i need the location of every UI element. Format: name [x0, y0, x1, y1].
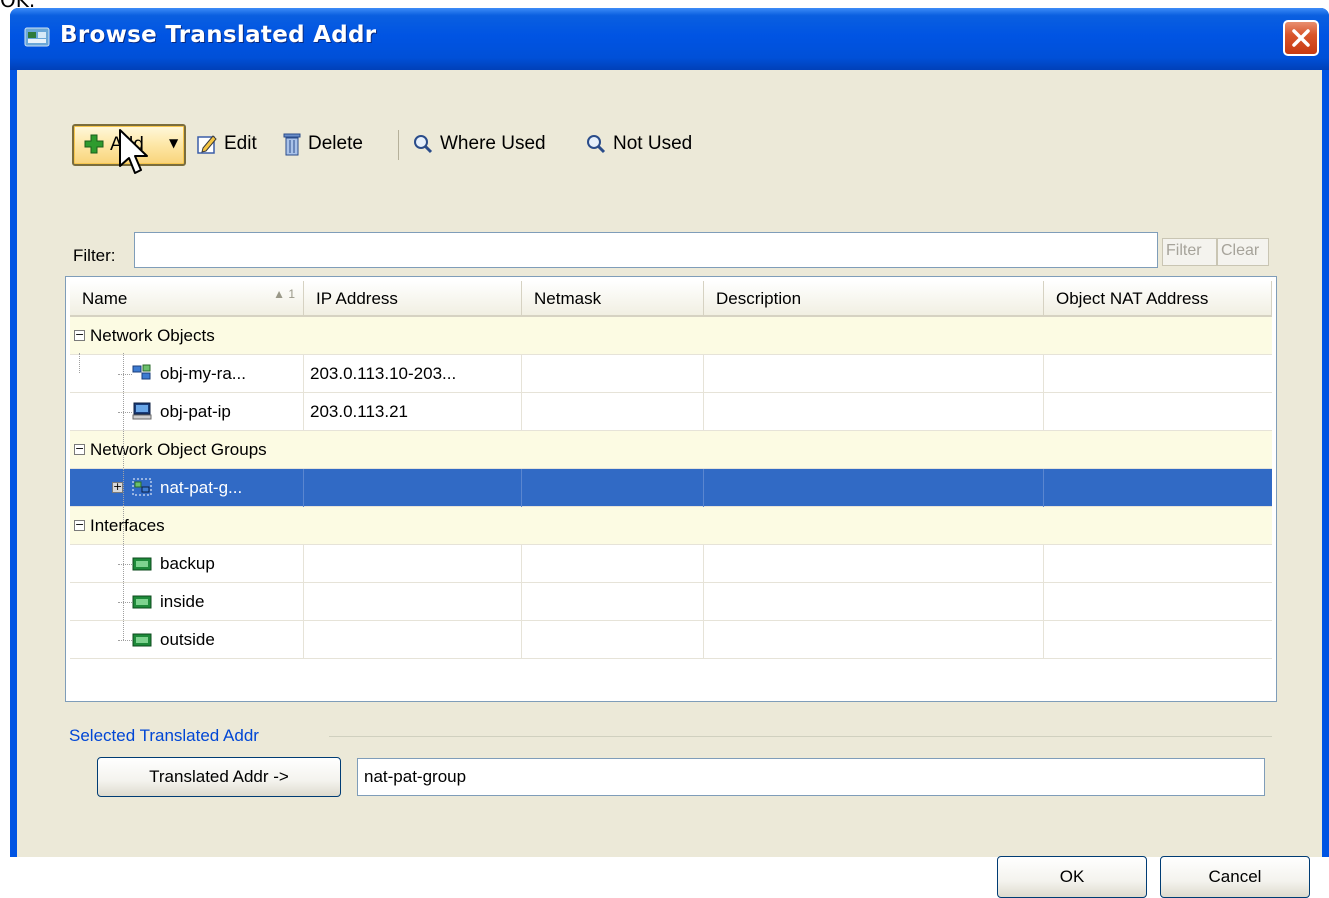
magnifier-icon	[414, 135, 433, 154]
row-nat-address	[1044, 393, 1272, 431]
group-row-interfaces[interactable]: − Interfaces	[70, 507, 1272, 545]
row-description	[704, 355, 1044, 393]
cancel-button[interactable]: Cancel	[1160, 856, 1310, 898]
interface-icon	[132, 633, 152, 647]
row-netmask	[522, 393, 704, 431]
toolbar: Add ▼ Edit Delete	[72, 120, 1282, 170]
filter-button[interactable]: Filter	[1162, 238, 1217, 266]
mouse-cursor-icon	[119, 129, 148, 174]
row-name: nat-pat-g...	[154, 469, 304, 507]
row-ip-address: 203.0.113.10-203...	[304, 355, 522, 393]
plus-icon	[84, 134, 104, 154]
sort-ascending-icon: ▲ 1	[273, 287, 295, 301]
network-range-icon	[132, 364, 151, 380]
filter-label: Filter:	[73, 246, 116, 265]
not-used-label: Not Used	[613, 133, 693, 154]
delete-button[interactable]: Delete	[282, 126, 363, 162]
column-header-description[interactable]: Description	[704, 281, 1044, 315]
row-name: backup	[154, 545, 304, 583]
row-name: inside	[154, 583, 304, 621]
edit-label: Edit	[224, 133, 257, 154]
object-group-icon	[132, 478, 152, 496]
where-used-label: Where Used	[440, 133, 546, 154]
group-row-network-object-groups[interactable]: − Network Object Groups	[70, 431, 1272, 469]
table-row-selected[interactable]: + nat-pat-g...	[70, 469, 1272, 507]
row-name: outside	[154, 621, 304, 659]
title-bar[interactable]: Browse Translated Addr	[10, 8, 1329, 70]
group-label: Interfaces	[90, 516, 165, 535]
row-description	[704, 393, 1044, 431]
row-name: obj-pat-ip	[154, 393, 304, 431]
window-title: Browse Translated Addr	[60, 22, 377, 48]
close-button[interactable]	[1283, 20, 1319, 56]
where-used-button[interactable]: Where Used	[412, 126, 546, 162]
groupbox-divider	[329, 736, 1272, 737]
close-icon	[1292, 29, 1310, 47]
translated-addr-input[interactable]: nat-pat-group	[357, 758, 1265, 796]
background-cropped-text: OK.	[0, 0, 60, 8]
toolbar-separator	[398, 130, 399, 160]
column-header-name[interactable]: Name ▲ 1	[70, 281, 304, 315]
expand-icon[interactable]: +	[112, 481, 123, 493]
translated-addr-button[interactable]: Translated Addr ->	[97, 757, 341, 797]
trash-icon	[283, 133, 301, 156]
row-ip-address: 203.0.113.21	[304, 393, 522, 431]
interface-icon	[132, 595, 152, 609]
dialog-body: Add ▼ Edit Delete	[17, 70, 1322, 898]
column-header-object-nat-address[interactable]: Object NAT Address	[1044, 281, 1272, 315]
clear-button[interactable]: Clear	[1217, 238, 1269, 266]
delete-label: Delete	[308, 133, 363, 154]
table-row[interactable]: obj-my-ra... 203.0.113.10-203...	[70, 353, 1272, 393]
table-row[interactable]: inside	[70, 583, 1272, 621]
row-description	[704, 469, 1044, 507]
selected-translated-addr-legend: Selected Translated Addr	[69, 726, 259, 745]
edit-button[interactable]: Edit	[196, 126, 257, 162]
magnifier-icon	[587, 135, 606, 154]
group-label: Network Object Groups	[90, 440, 267, 459]
dropdown-arrow-icon[interactable]: ▼	[169, 136, 178, 150]
interface-icon	[132, 557, 152, 571]
row-name: obj-my-ra...	[154, 355, 304, 393]
browse-translated-addr-dialog: Browse Translated Addr Add ▼ Edit	[10, 8, 1329, 898]
ok-button[interactable]: OK	[997, 856, 1147, 898]
row-netmask	[522, 355, 704, 393]
table-header: Name ▲ 1 IP Address Netmask Description …	[70, 281, 1272, 317]
not-used-button[interactable]: Not Used	[585, 126, 692, 162]
group-label: Network Objects	[90, 326, 215, 345]
host-icon	[132, 402, 152, 420]
table-row[interactable]: backup	[70, 545, 1272, 583]
row-nat-address	[1044, 355, 1272, 393]
filter-input[interactable]	[134, 232, 1158, 268]
edit-icon	[197, 135, 217, 154]
column-header-ip-address[interactable]: IP Address	[304, 281, 522, 315]
app-icon	[24, 27, 50, 47]
table-row[interactable]: outside	[70, 353, 1272, 659]
row-nat-address	[1044, 469, 1272, 507]
objects-table: Name ▲ 1 IP Address Netmask Description …	[65, 276, 1277, 702]
row-netmask	[522, 469, 704, 507]
column-header-netmask[interactable]: Netmask	[522, 281, 704, 315]
table-row[interactable]: obj-pat-ip 203.0.113.21	[70, 393, 1272, 431]
row-ip-address	[304, 469, 522, 507]
group-row-network-objects[interactable]: − Network Objects	[70, 317, 1272, 355]
